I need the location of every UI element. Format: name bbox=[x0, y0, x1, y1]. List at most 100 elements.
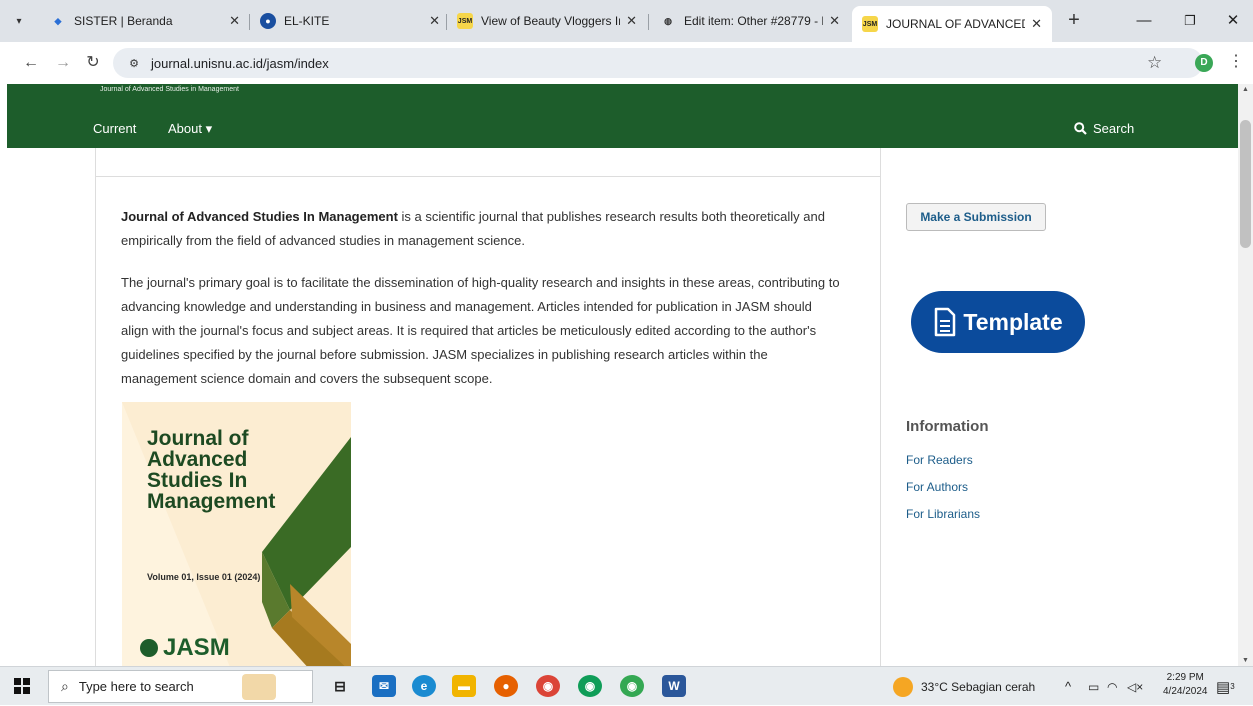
tab-edit-item[interactable]: ◍ Edit item: Other #28779 - R ✕ bbox=[650, 6, 850, 36]
make-submission-button[interactable]: Make a Submission bbox=[906, 203, 1046, 231]
clock-date: 4/24/2024 bbox=[1163, 686, 1208, 697]
new-tab-button[interactable]: + bbox=[1062, 9, 1086, 33]
volume-icon[interactable]: ◁× bbox=[1127, 667, 1143, 706]
tab-beauty-vloggers[interactable]: JSM View of Beauty Vloggers In ✕ bbox=[447, 6, 647, 36]
browser-toolbar: ← → ↻ ⚙ journal.unisnu.ac.id/jasm/index … bbox=[0, 42, 1253, 84]
file-explorer-icon[interactable]: ▬ bbox=[452, 675, 476, 697]
tray-chevron-icon[interactable]: ^ bbox=[1065, 667, 1071, 706]
tab-divider bbox=[648, 14, 649, 30]
for-authors-link[interactable]: For Authors bbox=[906, 480, 968, 494]
jasm-favicon-icon: JSM bbox=[457, 13, 473, 29]
template-label: Template bbox=[963, 308, 1063, 335]
information-heading: Information bbox=[906, 418, 989, 435]
search-highlight-image bbox=[241, 673, 276, 700]
globe-icon: ◍ bbox=[664, 15, 672, 26]
page-viewport: Journal of Advanced Studies in Managemen… bbox=[0, 84, 1238, 666]
address-bar[interactable]: ⚙ journal.unisnu.ac.id/jasm/index bbox=[113, 48, 1203, 78]
tab-title: Edit item: Other #28779 - R bbox=[684, 14, 824, 28]
goal-paragraph: The journal's primary goal is to facilit… bbox=[121, 275, 840, 386]
notification-center-icon[interactable]: ▤ 3 bbox=[1216, 667, 1235, 706]
tab-close-icon[interactable]: ✕ bbox=[626, 13, 637, 29]
nav-about-dropdown[interactable]: About ▾ bbox=[168, 121, 212, 137]
wifi-icon[interactable]: ◠ bbox=[1107, 667, 1117, 706]
tab-search-chevron-icon[interactable]: ▾ bbox=[8, 10, 30, 32]
tab-elkite[interactable]: ● EL-KITE ✕ bbox=[250, 6, 450, 36]
close-window-button[interactable]: ✕ bbox=[1213, 8, 1253, 34]
document-icon bbox=[935, 307, 956, 337]
bookmark-star-icon[interactable]: ☆ bbox=[1147, 53, 1162, 73]
chrome-icon[interactable]: ◉ bbox=[536, 675, 560, 697]
intro-paragraph: Journal of Advanced Studies In Managemen… bbox=[121, 205, 841, 253]
browser-tab-strip: ▾ ◆ SISTER | Beranda ✕ ● EL-KITE ✕ JSM V… bbox=[0, 0, 1253, 42]
taskbar-search-placeholder: Type here to search bbox=[78, 679, 194, 694]
site-search-link[interactable]: Search bbox=[1074, 121, 1134, 136]
scroll-down-arrow-icon[interactable]: ▼ bbox=[1242, 657, 1249, 664]
task-view-icon[interactable]: ⊟ bbox=[328, 675, 352, 697]
content-divider bbox=[96, 176, 880, 177]
word-icon[interactable]: W bbox=[662, 675, 686, 697]
weather-widget[interactable]: 33°C Sebagian cerah bbox=[893, 667, 1035, 706]
search-icon bbox=[1074, 122, 1087, 135]
tab-close-icon[interactable]: ✕ bbox=[829, 13, 840, 29]
chrome-profile-2-icon[interactable]: ◉ bbox=[620, 675, 644, 697]
clock-time: 2:29 PM bbox=[1166, 672, 1204, 683]
tab-close-icon[interactable]: ✕ bbox=[429, 13, 440, 29]
search-label: Search bbox=[1093, 121, 1135, 136]
search-icon: ⌕ bbox=[61, 678, 69, 694]
mail-icon[interactable]: ✉ bbox=[372, 675, 396, 697]
cover-logo-text: JASM bbox=[163, 634, 230, 661]
jasm-favicon-icon: JSM bbox=[862, 16, 878, 32]
nav-current-link[interactable]: Current bbox=[93, 121, 136, 136]
reload-button[interactable]: ↻ bbox=[82, 52, 104, 74]
tab-title: View of Beauty Vloggers In bbox=[481, 14, 621, 28]
forward-button[interactable]: → bbox=[52, 52, 74, 74]
cover-title-line: Advanced bbox=[147, 448, 248, 471]
for-readers-link[interactable]: For Readers bbox=[906, 453, 973, 467]
tab-close-icon[interactable]: ✕ bbox=[229, 13, 240, 29]
url-text: journal.unisnu.ac.id/jasm/index bbox=[151, 55, 329, 71]
jasm-logo-icon bbox=[140, 639, 158, 657]
cover-volume: Volume 01, Issue 01 (2024) bbox=[147, 572, 261, 582]
battery-icon[interactable]: ▭ bbox=[1088, 667, 1099, 706]
restore-button[interactable]: ❐ bbox=[1170, 8, 1210, 34]
notification-count: 3 bbox=[1230, 682, 1235, 691]
template-button[interactable]: Template bbox=[911, 291, 1085, 353]
tab-sister[interactable]: ◆ SISTER | Beranda ✕ bbox=[40, 6, 250, 36]
tab-title: JOURNAL OF ADVANCED S bbox=[886, 17, 1026, 31]
page-scrollbar[interactable]: ▲ ▼ bbox=[1238, 84, 1253, 666]
windows-taskbar: ⌕ Type here to search ⊟ ✉ e ▬ ● ◉ ◉ ◉ W … bbox=[0, 666, 1253, 705]
cover-title-line: Studies In bbox=[147, 469, 248, 492]
site-settings-icon[interactable]: ⚙ bbox=[125, 54, 143, 72]
cover-logo: JASM bbox=[140, 634, 230, 662]
edge-icon[interactable]: e bbox=[412, 675, 436, 697]
weather-sun-icon bbox=[893, 676, 913, 697]
cover-title-line: Management bbox=[147, 490, 276, 513]
chrome-profile-icon[interactable]: ◉ bbox=[578, 675, 602, 697]
cover-title: Journal of Advanced Studies In Managemen… bbox=[147, 428, 275, 512]
taskbar-clock[interactable]: 2:29 PM 4/24/2024 bbox=[1163, 671, 1208, 699]
tab-jasm-active[interactable]: JSM JOURNAL OF ADVANCED S ✕ bbox=[852, 6, 1052, 42]
weather-text: 33°C Sebagian cerah bbox=[921, 679, 1036, 694]
tab-title: EL-KITE bbox=[284, 14, 330, 28]
windows-start-icon[interactable] bbox=[14, 678, 30, 694]
for-librarians-link[interactable]: For Librarians bbox=[906, 507, 980, 521]
firefox-icon[interactable]: ● bbox=[494, 675, 518, 697]
taskbar-search-box[interactable]: ⌕ Type here to search bbox=[48, 670, 313, 703]
sister-favicon-icon: ◆ bbox=[54, 15, 62, 26]
journal-cover-image: Journal of Advanced Studies In Managemen… bbox=[122, 402, 351, 666]
main-content: Journal of Advanced Studies In Managemen… bbox=[95, 148, 881, 666]
elkite-favicon-icon: ● bbox=[260, 13, 276, 29]
tab-title: SISTER | Beranda bbox=[74, 14, 173, 28]
scroll-up-arrow-icon[interactable]: ▲ bbox=[1242, 86, 1249, 93]
back-button[interactable]: ← bbox=[20, 52, 42, 74]
minimize-button[interactable]: — bbox=[1124, 8, 1164, 34]
site-tagline: Journal of Advanced Studies in Managemen… bbox=[100, 86, 239, 93]
profile-avatar[interactable]: D bbox=[1195, 54, 1213, 72]
scrollbar-thumb[interactable] bbox=[1240, 120, 1251, 248]
cover-title-line: Journal of bbox=[147, 427, 249, 450]
site-header: Journal of Advanced Studies in Managemen… bbox=[7, 84, 1238, 148]
journal-name: Journal of Advanced Studies In Managemen… bbox=[121, 209, 398, 224]
tab-close-icon[interactable]: ✕ bbox=[1031, 16, 1042, 32]
sidebar: Make a Submission Template Information F… bbox=[881, 148, 1238, 666]
browser-menu-icon[interactable]: ⋮ bbox=[1228, 51, 1244, 71]
